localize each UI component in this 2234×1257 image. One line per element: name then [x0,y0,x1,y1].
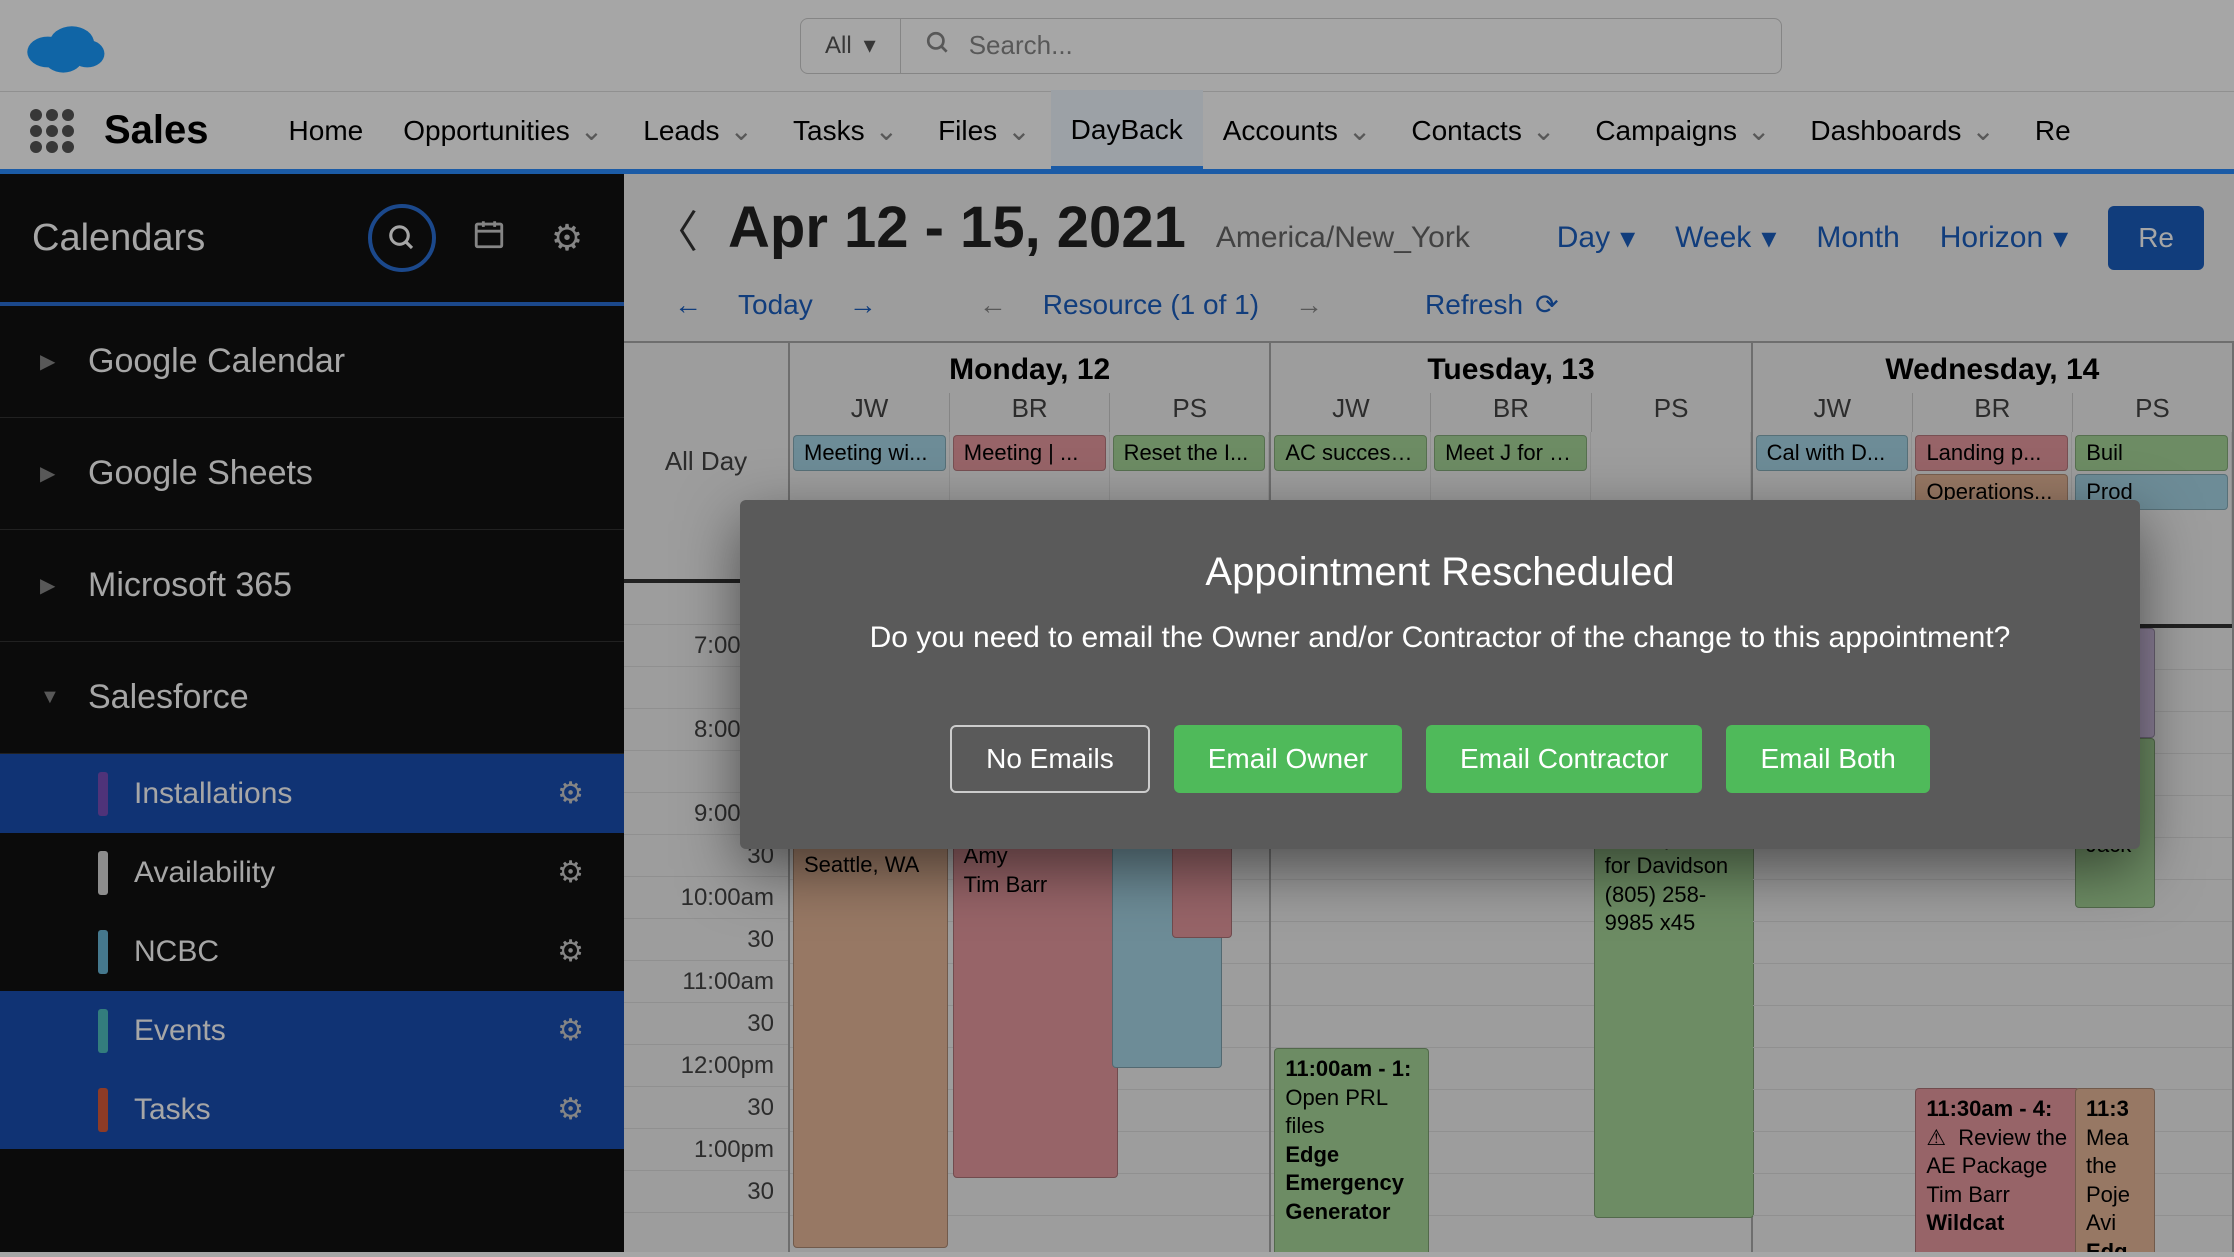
modal-body: Do you need to email the Owner and/or Co… [800,621,2080,655]
modal-btn-email-both[interactable]: Email Both [1726,725,1929,793]
modal-title: Appointment Rescheduled [800,550,2080,595]
modal-btn-email-contractor[interactable]: Email Contractor [1426,725,1703,793]
modal-buttons: No Emails Email Owner Email Contractor Emai… [800,725,2080,793]
reschedule-modal: Appointment Rescheduled Do you need to e… [740,500,2140,849]
modal-btn-no-emails[interactable]: No Emails [950,725,1150,793]
modal-btn-email-owner[interactable]: Email Owner [1174,725,1402,793]
